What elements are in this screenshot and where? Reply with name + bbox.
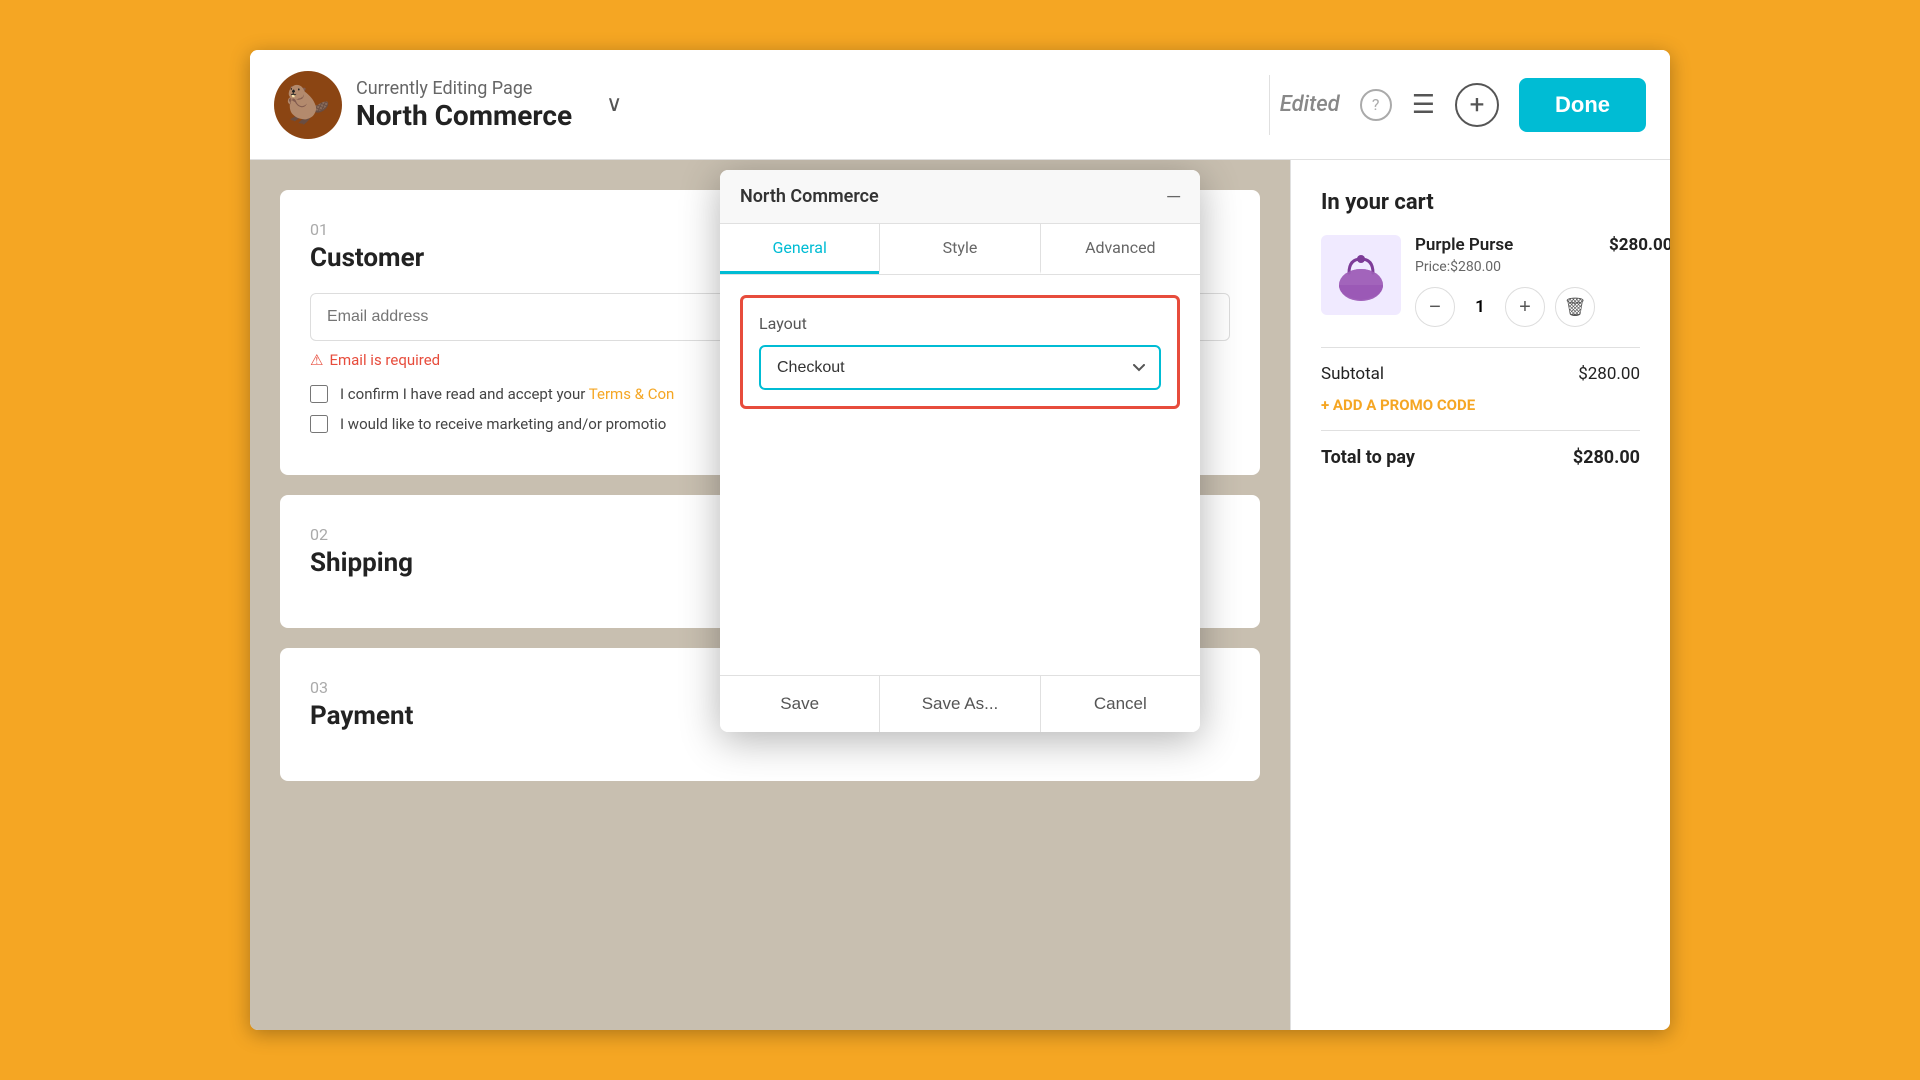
top-bar-separator — [1269, 75, 1270, 135]
modal-tabs: General Style Advanced — [720, 224, 1200, 275]
modal-footer: Save Save As... Cancel — [720, 675, 1200, 732]
settings-modal: North Commerce ─ General Style Advanced … — [720, 170, 1200, 732]
done-button[interactable]: Done — [1519, 78, 1646, 132]
modal-header: North Commerce ─ — [720, 170, 1200, 224]
modal-body: Layout Checkout Cart Shop — [720, 275, 1200, 675]
save-button[interactable]: Save — [720, 676, 879, 732]
edited-badge: Edited — [1280, 92, 1340, 117]
main-content: 01 Customer ⚠ Email is required I confir… — [250, 160, 1670, 1030]
currently-editing-label: Currently Editing Page — [356, 78, 572, 99]
help-icon[interactable]: ? — [1360, 89, 1392, 121]
modal-overlay: North Commerce ─ General Style Advanced … — [250, 160, 1670, 1030]
layout-select[interactable]: Checkout Cart Shop — [759, 345, 1161, 390]
layout-section: Layout Checkout Cart Shop — [740, 295, 1180, 409]
list-icon[interactable]: ☰ — [1412, 90, 1435, 120]
minimize-icon[interactable]: ─ — [1167, 186, 1180, 207]
top-bar-actions: Edited ? ☰ + Done — [1280, 78, 1646, 132]
logo-icon: 🦫 — [274, 71, 342, 139]
browser-window: 🦫 Currently Editing Page North Commerce … — [250, 50, 1670, 1030]
page-title-area: Currently Editing Page North Commerce — [356, 78, 572, 132]
page-name: North Commerce — [356, 99, 572, 132]
cancel-button[interactable]: Cancel — [1040, 676, 1200, 732]
tab-advanced[interactable]: Advanced — [1040, 224, 1200, 274]
logo-area: 🦫 Currently Editing Page North Commerce … — [274, 71, 1259, 139]
layout-label: Layout — [759, 314, 1161, 333]
top-bar: 🦫 Currently Editing Page North Commerce … — [250, 50, 1670, 160]
add-icon[interactable]: + — [1455, 83, 1499, 127]
modal-title: North Commerce — [740, 186, 879, 207]
tab-general[interactable]: General — [720, 224, 879, 274]
page-dropdown-arrow[interactable]: ∨ — [606, 92, 622, 117]
save-as-button[interactable]: Save As... — [879, 676, 1039, 732]
tab-style[interactable]: Style — [879, 224, 1039, 274]
